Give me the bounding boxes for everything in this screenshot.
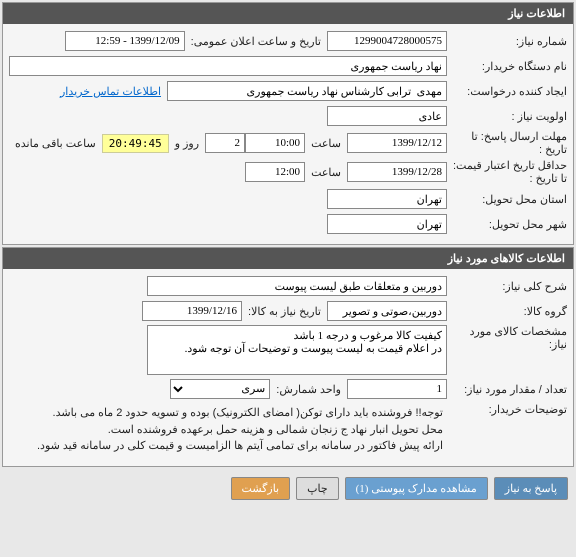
group-label: گروه کالا:: [447, 305, 567, 318]
requester-label: ایجاد کننده درخواست:: [447, 85, 567, 98]
qty-label: تعداد / مقدار مورد نیاز:: [447, 383, 567, 396]
main-desc-input[interactable]: [147, 276, 447, 296]
print-button[interactable]: چاپ: [296, 477, 339, 500]
need-date-label: تاریخ نیاز به کالا:: [242, 305, 327, 318]
row-main-desc: شرح کلی نیاز:: [9, 275, 567, 297]
deadline-label: مهلت ارسال پاسخ: تا تاریخ :: [447, 130, 567, 156]
row-spec: مشخصات کالای مورد نیاز: کیفیت کالا مرغوب…: [9, 325, 567, 375]
button-bar: پاسخ به نیاز مشاهده مدارک پیوستی (1) چاپ…: [0, 469, 576, 508]
countdown-timer: 20:49:45: [102, 134, 169, 153]
buyer-org-label: نام دستگاه خریدار:: [447, 60, 567, 73]
need-info-panel: اطلاعات نیاز شماره نیاز: تاریخ و ساعت اع…: [2, 2, 574, 245]
goods-info-panel: اطلاعات کالاهای مورد نیاز شرح کلی نیاز: …: [2, 247, 574, 467]
buyer-notes-text: توجه!! فروشنده باید دارای توکن( امضای ال…: [9, 403, 447, 457]
need-info-body: شماره نیاز: تاریخ و ساعت اعلان عمومی: نا…: [3, 24, 573, 244]
row-delivery-city: شهر محل تحویل:: [9, 213, 567, 235]
unit-label: واحد شمارش:: [270, 383, 347, 396]
remain-label: ساعت باقی مانده: [9, 137, 102, 150]
spec-label: مشخصات کالای مورد نیاز:: [447, 325, 567, 351]
row-deadline: مهلت ارسال پاسخ: تا تاریخ : ساعت روز و 2…: [9, 130, 567, 156]
main-desc-label: شرح کلی نیاز:: [447, 280, 567, 293]
hour-label-1: ساعت: [305, 137, 347, 150]
delivery-city-input[interactable]: [327, 214, 447, 234]
row-qty: تعداد / مقدار مورد نیاز: واحد شمارش: سری: [9, 378, 567, 400]
need-date-input[interactable]: [142, 301, 242, 321]
row-buyer-org: نام دستگاه خریدار:: [9, 55, 567, 77]
requester-input[interactable]: [167, 81, 447, 101]
days-remain-input: [205, 133, 245, 153]
row-buyer-notes: توضیحات خریدار: توجه!! فروشنده باید دارا…: [9, 403, 567, 457]
need-number-input[interactable]: [327, 31, 447, 51]
back-button[interactable]: بازگشت: [231, 477, 291, 500]
priority-label: اولویت نیاز :: [447, 110, 567, 123]
price-valid-label: حداقل تاریخ اعتبار قیمت: تا تاریخ :: [447, 159, 567, 185]
need-number-label: شماره نیاز:: [447, 35, 567, 48]
delivery-province-input[interactable]: [327, 189, 447, 209]
buyer-org-input[interactable]: [9, 56, 447, 76]
hour-label-2: ساعت: [305, 166, 347, 179]
unit-select[interactable]: سری: [170, 379, 270, 399]
contact-link[interactable]: اطلاعات تماس خریدار: [60, 85, 161, 98]
goods-info-header: اطلاعات کالاهای مورد نیاز: [3, 248, 573, 269]
row-need-number: شماره نیاز: تاریخ و ساعت اعلان عمومی:: [9, 30, 567, 52]
price-valid-date-input[interactable]: [347, 162, 447, 182]
spec-textarea[interactable]: کیفیت کالا مرغوب و درجه 1 باشد در اعلام …: [147, 325, 447, 375]
announce-input[interactable]: [65, 31, 185, 51]
announce-label: تاریخ و ساعت اعلان عمومی:: [185, 35, 327, 48]
qty-input[interactable]: [347, 379, 447, 399]
priority-input[interactable]: [327, 106, 447, 126]
delivery-province-label: استان محل تحویل:: [447, 193, 567, 206]
group-input[interactable]: [327, 301, 447, 321]
row-price-valid: حداقل تاریخ اعتبار قیمت: تا تاریخ : ساعت: [9, 159, 567, 185]
row-group: گروه کالا: تاریخ نیاز به کالا:: [9, 300, 567, 322]
need-info-header: اطلاعات نیاز: [3, 3, 573, 24]
deadline-date-input[interactable]: [347, 133, 447, 153]
delivery-city-label: شهر محل تحویل:: [447, 218, 567, 231]
goods-info-body: شرح کلی نیاز: گروه کالا: تاریخ نیاز به ک…: [3, 269, 573, 466]
buyer-notes-label: توضیحات خریدار:: [447, 403, 567, 416]
respond-button[interactable]: پاسخ به نیاز: [494, 477, 568, 500]
deadline-time-input[interactable]: [245, 133, 305, 153]
row-requester: ایجاد کننده درخواست: اطلاعات تماس خریدار: [9, 80, 567, 102]
days-label: روز و: [169, 137, 205, 150]
price-valid-time-input[interactable]: [245, 162, 305, 182]
row-delivery-province: استان محل تحویل:: [9, 188, 567, 210]
attachments-button[interactable]: مشاهده مدارک پیوستی (1): [345, 477, 488, 500]
row-priority: اولویت نیاز :: [9, 105, 567, 127]
